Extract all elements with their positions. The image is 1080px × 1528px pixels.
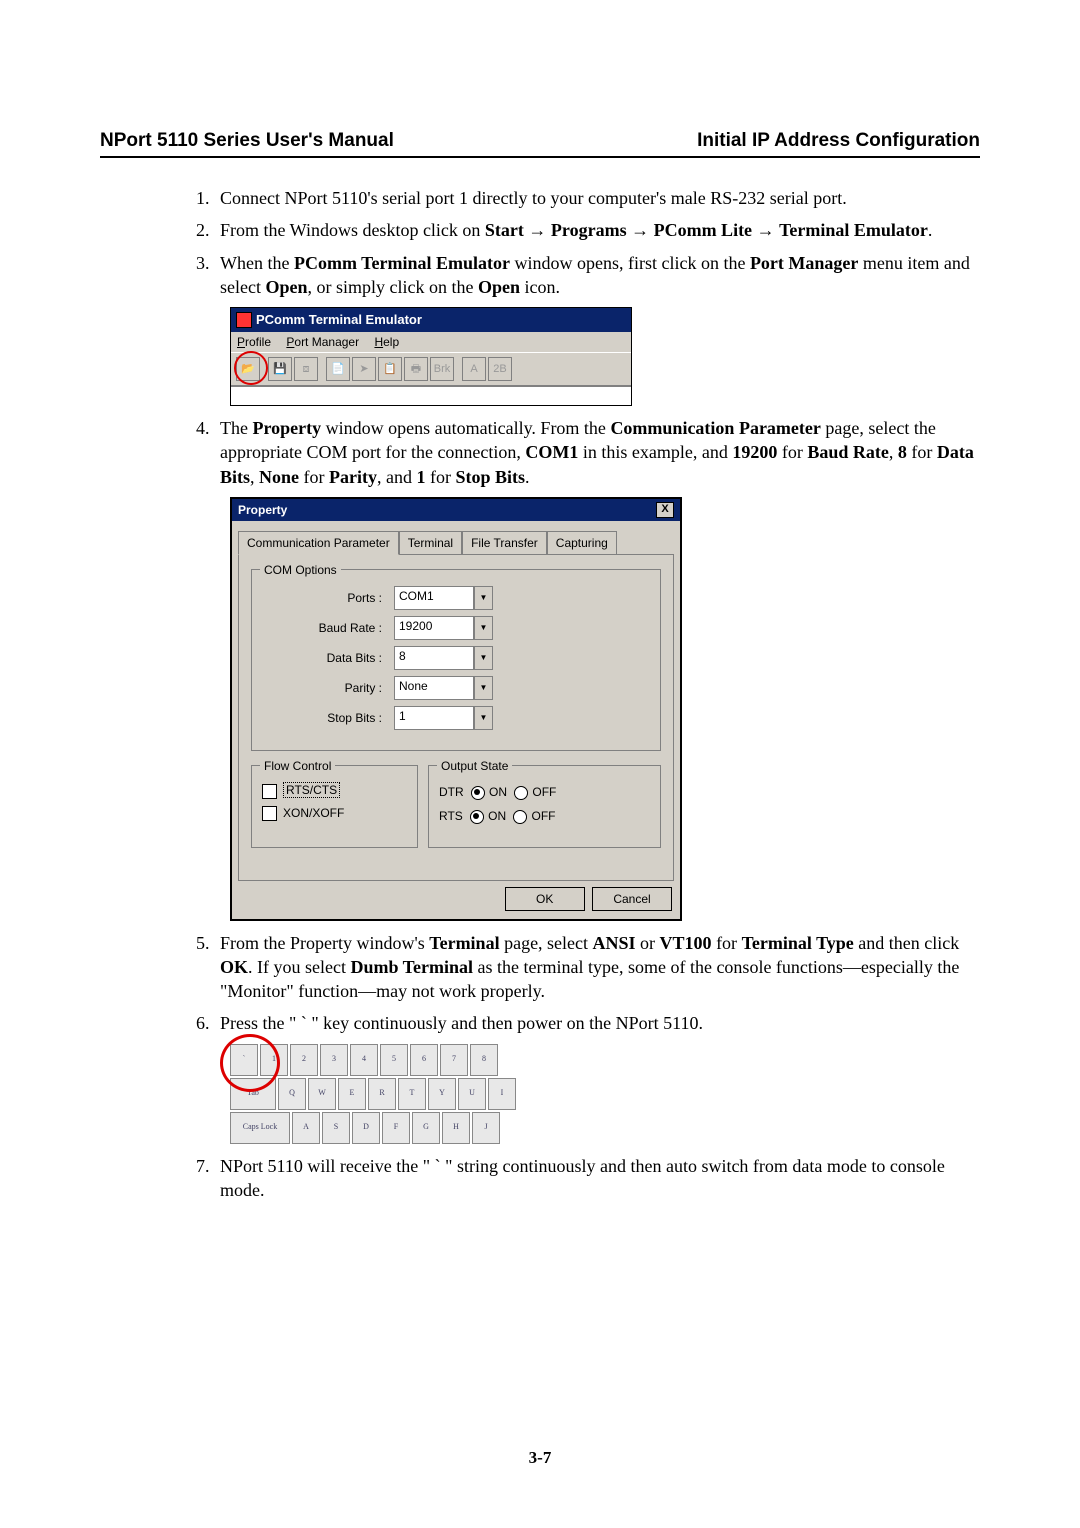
property-dialog: Property X Communication Parameter Termi… (230, 497, 682, 921)
dtr-off-radio[interactable] (514, 786, 528, 800)
tab-terminal[interactable]: Terminal (399, 531, 462, 554)
step-4: The Property window opens automatically.… (214, 416, 980, 921)
pcomm-toolbar: 📂 💾 ⧈ 📄 ➤ 📋 🖶 Brk A 2B (231, 352, 631, 386)
instruction-list: Connect NPort 5110's serial port 1 direc… (190, 186, 980, 1202)
page-number: 3-7 (0, 1448, 1080, 1468)
app-icon (236, 312, 252, 328)
keyboard-key: W (308, 1078, 336, 1110)
ok-button[interactable]: OK (505, 887, 585, 911)
chevron-down-icon[interactable] (474, 706, 493, 730)
keyboard-key: A (292, 1112, 320, 1144)
output-state-fieldset: Output State DTR ON OFF RTS ON OFF (428, 765, 661, 847)
save-icon[interactable]: 💾 (268, 357, 292, 381)
step-5: From the Property window's Terminal page… (214, 931, 980, 1004)
property-tabs: Communication Parameter Terminal File Tr… (232, 521, 680, 554)
keyboard-key: Caps Lock (230, 1112, 290, 1144)
ports-combo[interactable]: COM1 (394, 586, 493, 610)
property-body: COM Options Ports : COM1 Baud Rate : 192… (238, 554, 674, 880)
two-b-icon[interactable]: 2B (488, 357, 512, 381)
keyboard-key: J (472, 1112, 500, 1144)
keyboard-key: ` (230, 1044, 258, 1076)
property-titlebar: Property X (232, 499, 680, 521)
parity-label: Parity : (262, 680, 394, 696)
keyboard-key: S (322, 1112, 350, 1144)
rts-off-radio[interactable] (513, 810, 527, 824)
cancel-button[interactable]: Cancel (592, 887, 672, 911)
print-icon[interactable]: 🖶 (404, 357, 428, 381)
keyboard-key: U (458, 1078, 486, 1110)
tab-file-transfer[interactable]: File Transfer (462, 531, 547, 554)
flow-control-fieldset: Flow Control RTS/CTS XON/XOFF (251, 765, 418, 847)
header-left: NPort 5110 Series User's Manual (100, 130, 394, 152)
pcomm-menubar: PProfilerofile Port ManagerPort Manager … (231, 332, 631, 352)
step-7: NPort 5110 will receive the " ` " string… (214, 1154, 980, 1203)
stopbits-combo[interactable]: 1 (394, 706, 493, 730)
keyboard-key: R (368, 1078, 396, 1110)
keyboard-key: F (382, 1112, 410, 1144)
close-icon[interactable]: X (656, 502, 674, 518)
step-1: Connect NPort 5110's serial port 1 direc… (214, 186, 980, 210)
pcomm-titlebar: PComm Terminal Emulator (231, 308, 631, 332)
keyboard-key: 1 (260, 1044, 288, 1076)
brk-icon[interactable]: Brk (430, 357, 454, 381)
step-3: When the PComm Terminal Emulator window … (214, 251, 980, 406)
keyboard-key: T (398, 1078, 426, 1110)
page-header: NPort 5110 Series User's Manual Initial … (100, 130, 980, 158)
ports-label: Ports : (262, 590, 394, 606)
disconnect-icon[interactable]: ⧈ (294, 357, 318, 381)
keyboard-key: H (442, 1112, 470, 1144)
keyboard-key: Tab (230, 1078, 276, 1110)
open-icon[interactable]: 📂 (236, 357, 260, 381)
pcomm-client-area (231, 386, 631, 405)
menu-port-manager[interactable]: Port ManagerPort Manager (286, 335, 359, 349)
keyboard-key: 7 (440, 1044, 468, 1076)
capture-icon[interactable]: 📋 (378, 357, 402, 381)
parity-combo[interactable]: None (394, 676, 493, 700)
tab-capturing[interactable]: Capturing (547, 531, 617, 554)
keyboard-key: E (338, 1078, 366, 1110)
baud-combo[interactable]: 19200 (394, 616, 493, 640)
font-icon[interactable]: A (462, 357, 486, 381)
tab-comm-param[interactable]: Communication Parameter (238, 531, 399, 555)
xonxoff-checkbox[interactable]: XON/XOFF (262, 805, 407, 821)
stopbits-label: Stop Bits : (262, 710, 394, 726)
keyboard-key: Y (428, 1078, 456, 1110)
chevron-down-icon[interactable] (474, 676, 493, 700)
keyboard-key: 3 (320, 1044, 348, 1076)
menu-profile[interactable]: PProfilerofile (237, 335, 271, 349)
chevron-down-icon[interactable] (474, 616, 493, 640)
keyboard-key: D (352, 1112, 380, 1144)
keyboard-key: 4 (350, 1044, 378, 1076)
databits-combo[interactable]: 8 (394, 646, 493, 670)
header-right: Initial IP Address Configuration (697, 130, 980, 152)
pcomm-window: PComm Terminal Emulator PProfilerofile P… (230, 307, 632, 406)
keyboard-image: ` 1 2 3 4 5 6 7 8 Tab Q W E (230, 1044, 570, 1144)
dtr-on-radio[interactable] (471, 786, 485, 800)
databits-label: Data Bits : (262, 650, 394, 666)
chevron-down-icon[interactable] (474, 646, 493, 670)
com-options-fieldset: COM Options Ports : COM1 Baud Rate : 192… (251, 569, 661, 751)
keyboard-key: G (412, 1112, 440, 1144)
keyboard-key: 2 (290, 1044, 318, 1076)
rtscts-checkbox[interactable]: RTS/CTS (262, 782, 407, 798)
chevron-down-icon[interactable] (474, 586, 493, 610)
keyboard-key: 5 (380, 1044, 408, 1076)
keyboard-key: 6 (410, 1044, 438, 1076)
keyboard-key: I (488, 1078, 516, 1110)
baud-label: Baud Rate : (262, 620, 394, 636)
keyboard-key: 8 (470, 1044, 498, 1076)
rts-on-radio[interactable] (470, 810, 484, 824)
step-6: Press the " ` " key continuously and the… (214, 1011, 980, 1143)
keyboard-key: Q (278, 1078, 306, 1110)
step-2: From the Windows desktop click on Start … (214, 218, 980, 242)
send-icon[interactable]: ➤ (352, 357, 376, 381)
menu-help[interactable]: HelpHelp (374, 335, 399, 349)
props-icon[interactable]: 📄 (326, 357, 350, 381)
